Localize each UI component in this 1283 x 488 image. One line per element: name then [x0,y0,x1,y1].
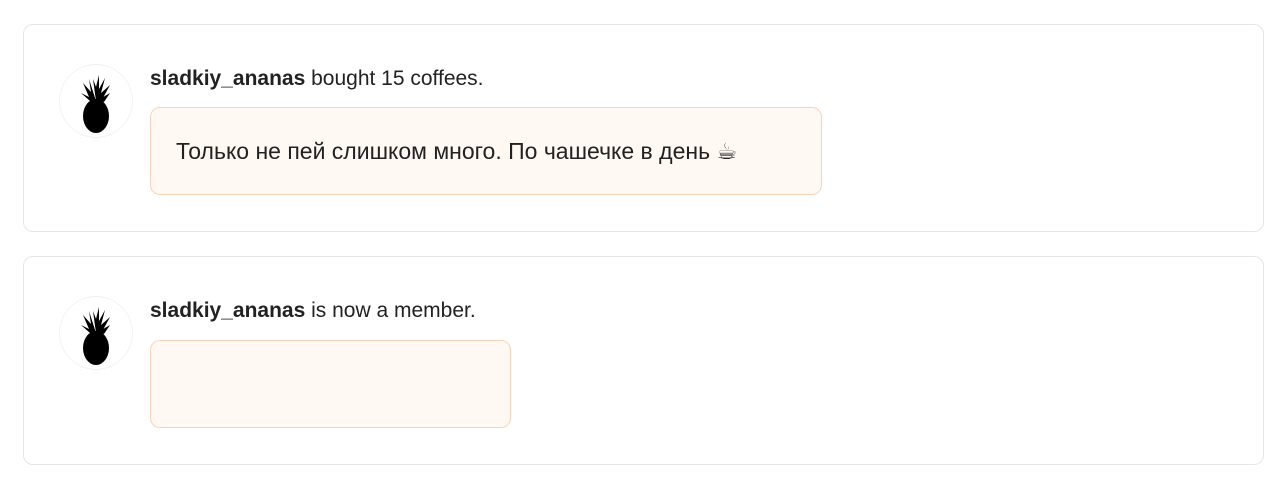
activity-text: is now a member. [305,299,476,322]
supporter-message: Только не пей слишком много. По чашечке … [150,107,822,195]
supporter-message [150,340,511,428]
activity-headline: sladkiy_ananas is now a member. [150,298,476,324]
username-link[interactable]: sladkiy_ananas [150,299,305,322]
feed-card: sladkiy_ananas bought 15 coffees. Только… [23,24,1264,232]
message-text: Только не пей слишком много. По чашечке … [176,137,738,164]
avatar[interactable] [60,65,132,137]
activity-text: bought 15 coffees. [305,67,484,90]
avatar[interactable] [60,297,132,369]
pineapple-icon [81,75,110,133]
pineapple-icon [81,307,110,365]
supporter-feed: sladkiy_ananas bought 15 coffees. Только… [0,0,1283,488]
activity-headline: sladkiy_ananas bought 15 coffees. [150,66,484,92]
feed-card: sladkiy_ananas is now a member. [23,256,1264,465]
username-link[interactable]: sladkiy_ananas [150,67,305,90]
